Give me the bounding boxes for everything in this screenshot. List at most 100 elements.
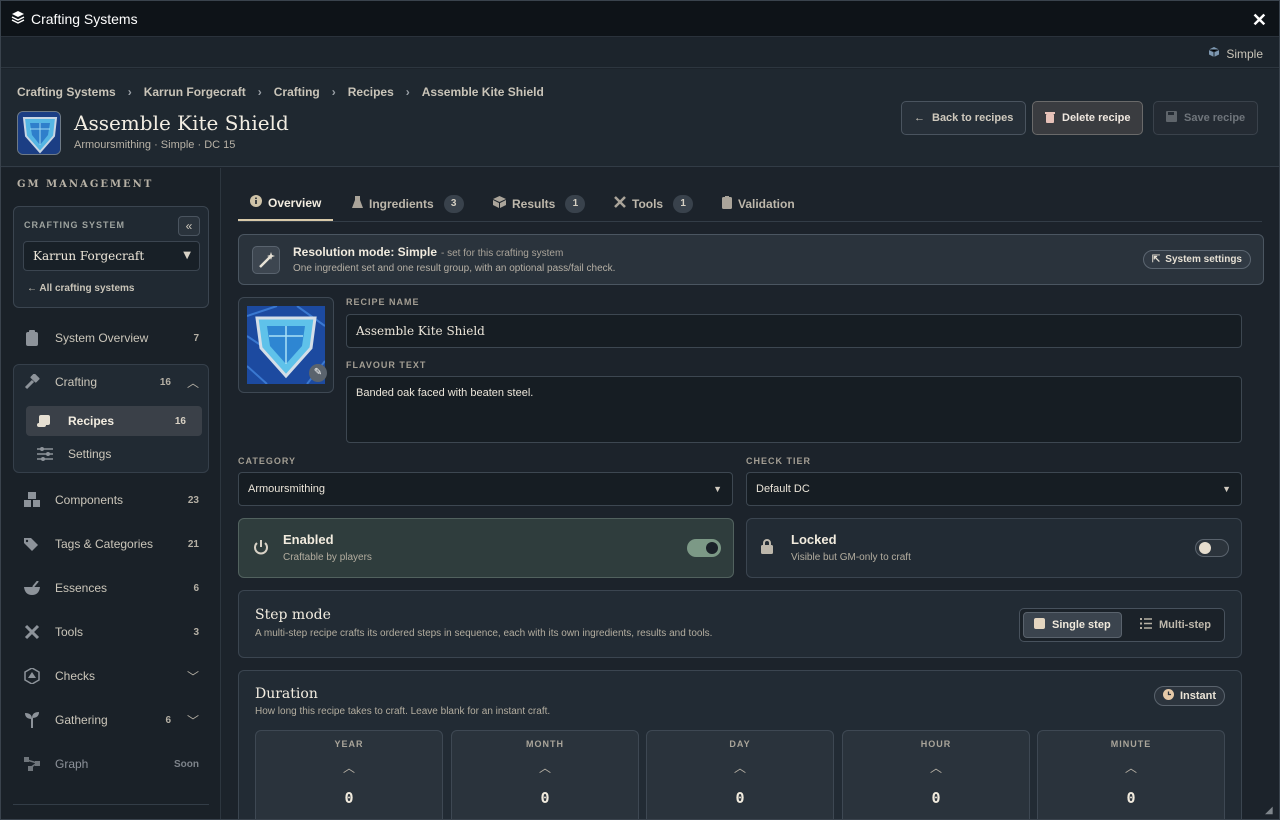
sidebar-item-label: Tags & Categories: [55, 537, 154, 551]
delete-recipe-button[interactable]: Delete recipe: [1032, 101, 1144, 135]
info-icon: [250, 195, 262, 210]
sidebar-item-components[interactable]: Components 23: [13, 482, 209, 518]
tab-label: Tools: [632, 196, 664, 211]
tab-validation[interactable]: Validation: [722, 186, 795, 221]
chevron-up-icon[interactable]: ︿: [256, 759, 442, 776]
close-icon[interactable]: ✕: [1252, 10, 1267, 31]
sidebar-item-count: 6: [193, 582, 199, 594]
check-tier-select[interactable]: Default DC ▼: [746, 472, 1242, 506]
sidebar-item-count: 23: [187, 494, 199, 506]
chevron-up-icon[interactable]: ︿: [187, 374, 199, 391]
sidebar-item-label: Checks: [55, 669, 96, 683]
locked-desc: Visible but GM-only to craft: [791, 552, 911, 563]
category-value: Armoursmithing: [248, 483, 326, 495]
resolution-desc: One ingredient set and one result group,…: [293, 263, 616, 274]
sidebar-item-crafting[interactable]: Crafting 16 ︿: [13, 364, 209, 400]
tab-badge: 1: [565, 194, 586, 213]
unit-label: DAY: [729, 739, 751, 749]
unit-value-input[interactable]: 0: [256, 789, 442, 807]
recipe-thumbnail: [17, 111, 61, 155]
delete-label: Delete recipe: [1062, 112, 1131, 124]
sidebar-item-gathering[interactable]: Gathering 6 ﹀: [13, 702, 209, 738]
chevron-up-icon[interactable]: ︿: [843, 759, 1029, 776]
sidebar-item-count: 6: [165, 714, 171, 726]
sidebar-item-settings[interactable]: Settings: [26, 436, 202, 472]
chevron-down-icon[interactable]: ﹀: [187, 668, 199, 685]
unit-value-input[interactable]: 0: [843, 789, 1029, 807]
breadcrumb-item[interactable]: Crafting: [274, 85, 320, 99]
sliders-icon: [36, 445, 54, 463]
chevron-up-icon[interactable]: ︿: [1038, 759, 1224, 776]
step-mode-toggle: Single step Multi-step: [1019, 608, 1225, 642]
unit-value-input[interactable]: 0: [647, 789, 833, 807]
recipe-name-input[interactable]: Assemble Kite Shield: [346, 314, 1242, 348]
caret-down-icon: ▼: [183, 250, 191, 261]
tab-results[interactable]: Results 1: [493, 186, 586, 221]
list-ordered-icon: [1140, 618, 1152, 632]
magic-wand-icon: [252, 246, 280, 274]
unit-value-input[interactable]: 0: [1038, 789, 1224, 807]
multi-step-label: Multi-step: [1159, 619, 1211, 631]
single-step-label: Single step: [1052, 619, 1111, 631]
chevron-up-icon[interactable]: ︿: [452, 759, 638, 776]
lock-icon: [761, 539, 773, 557]
sidebar-item-count: 21: [187, 538, 199, 550]
duration-year: YEAR ︿ 0: [255, 730, 443, 819]
chevron-right-icon: ›: [331, 85, 336, 99]
dice-icon: [23, 667, 41, 685]
recipe-image-picker[interactable]: ✎: [238, 297, 334, 393]
caret-down-icon: ▼: [713, 484, 722, 494]
sprout-icon: [23, 711, 41, 729]
arrow-left-icon: ←: [914, 112, 925, 124]
all-systems-label: All crafting systems: [39, 283, 135, 294]
multi-step-option[interactable]: Multi-step: [1130, 612, 1221, 638]
duration-hour: HOUR ︿ 0: [842, 730, 1030, 819]
trash-icon: [1045, 111, 1055, 126]
collapse-sidebar-icon[interactable]: «: [178, 216, 200, 236]
sidebar-item-tools[interactable]: Tools 3: [13, 614, 209, 650]
breadcrumb-item[interactable]: Recipes: [348, 85, 394, 99]
duration-card: Duration How long this recipe takes to c…: [238, 670, 1242, 819]
tab-tools[interactable]: Tools 1: [614, 186, 694, 221]
mode-indicator[interactable]: Simple: [1208, 46, 1263, 61]
cube-icon: [1208, 46, 1220, 61]
check-tier-label: CHECK TIER: [746, 456, 812, 466]
breadcrumb-item[interactable]: Karrun Forgecraft: [144, 85, 246, 99]
locked-toggle[interactable]: [1195, 539, 1229, 557]
power-icon: [253, 539, 269, 558]
chevron-right-icon: ›: [127, 85, 132, 99]
tab-badge: 3: [443, 194, 464, 213]
breadcrumb-item[interactable]: Crafting Systems: [17, 85, 116, 99]
sidebar-item-essences[interactable]: Essences 6: [13, 570, 209, 606]
crafting-system-select[interactable]: Karrun Forgecraft ▼: [23, 241, 200, 271]
save-recipe-button[interactable]: Save recipe: [1153, 101, 1259, 135]
sidebar-item-recipes[interactable]: Recipes 16: [26, 406, 202, 436]
mode-label: Simple: [1226, 46, 1263, 61]
edit-pencil-icon[interactable]: ✎: [309, 364, 327, 382]
sidebar-item-system-overview[interactable]: System Overview 7: [13, 320, 209, 356]
chevron-down-icon[interactable]: ﹀: [187, 712, 199, 729]
clipboard-icon: [23, 329, 41, 347]
back-button[interactable]: ← Back to recipes: [901, 101, 1027, 135]
flavour-text-input[interactable]: Banded oak faced with beaten steel.: [346, 376, 1242, 443]
chevron-up-icon[interactable]: ︿: [647, 759, 833, 776]
resize-handle-icon[interactable]: ◢: [1265, 805, 1277, 817]
sidebar-item-count: 7: [193, 332, 199, 344]
sidebar-item-label: Crafting: [55, 375, 98, 389]
single-step-option[interactable]: Single step: [1023, 612, 1122, 638]
sidebar-item-tags-categories[interactable]: Tags & Categories 21: [13, 526, 209, 562]
unit-label: MINUTE: [1110, 739, 1152, 749]
tab-ingredients[interactable]: Ingredients 3: [352, 186, 464, 221]
chevron-right-icon: ›: [257, 85, 262, 99]
all-crafting-systems-link[interactable]: ← All crafting systems: [27, 283, 134, 294]
system-settings-button[interactable]: ⇱ System settings: [1142, 250, 1251, 269]
enabled-toggle[interactable]: [687, 539, 721, 557]
category-select[interactable]: Armoursmithing ▼: [238, 472, 733, 506]
unit-value-input[interactable]: 0: [452, 789, 638, 807]
locked-card: Locked Visible but GM-only to craft: [746, 518, 1242, 578]
sidebar-item-checks[interactable]: Checks ﹀: [13, 658, 209, 694]
save-label: Save recipe: [1184, 112, 1246, 124]
sidebar-item-count: 16: [159, 376, 171, 388]
flavour-text-label: FLAVOUR TEXT: [346, 360, 427, 370]
tab-overview[interactable]: Overview: [238, 186, 334, 221]
